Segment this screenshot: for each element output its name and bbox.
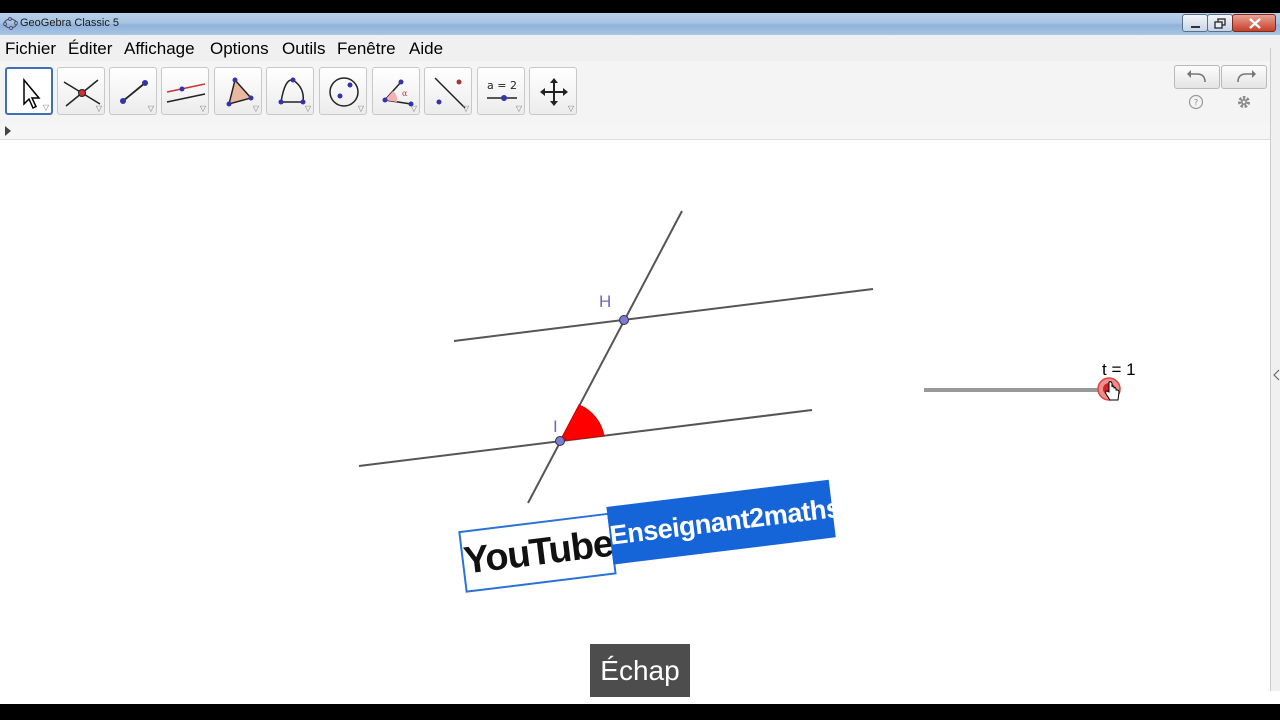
dropdown-arrow-icon: ▽ — [462, 104, 469, 113]
redo-button[interactable] — [1221, 65, 1267, 89]
dropdown-arrow-icon: ▽ — [252, 104, 259, 113]
svg-text:α: α — [402, 89, 408, 98]
close-icon — [1249, 18, 1261, 29]
slider-tool-label: a = 2 — [487, 79, 517, 92]
dropdown-arrow-icon: ▽ — [357, 104, 364, 113]
window-title: GeoGebra Classic 5 — [20, 17, 120, 29]
tool-segment[interactable]: ▽ — [109, 67, 157, 115]
dropdown-arrow-icon: ▽ — [567, 104, 574, 113]
dropdown-arrow-icon: ▽ — [147, 104, 154, 113]
line-upper[interactable] — [453, 288, 874, 342]
redo-icon — [1237, 70, 1256, 83]
dropdown-arrow-icon: ▽ — [515, 104, 522, 113]
menu-fenetre[interactable]: Fenêtre — [337, 39, 396, 59]
input-bar-toggle[interactable] — [0, 123, 1270, 140]
close-button[interactable] — [1232, 14, 1276, 32]
tool-reflect[interactable]: ▽ — [424, 67, 472, 115]
menu-fichier[interactable]: Fichier — [5, 39, 56, 59]
collapse-arrow-icon — [1273, 369, 1280, 381]
undo-button[interactable] — [1174, 65, 1220, 89]
geogebra-logo-icon — [3, 17, 18, 30]
side-panel-toggle[interactable] — [1270, 48, 1280, 691]
tool-polygon[interactable]: ▽ — [214, 67, 262, 115]
menu-options[interactable]: Options — [210, 39, 269, 59]
menu-affichage[interactable]: Affichage — [124, 39, 195, 59]
dropdown-arrow-icon: ▽ — [95, 104, 102, 113]
undo-icon — [1187, 70, 1206, 83]
tool-circle-arc[interactable]: ▽ — [266, 67, 314, 115]
geogebra-window: GeoGebra Classic 5 Fichier Éditer Affich… — [0, 13, 1280, 704]
tool-parallel[interactable]: ▽ — [161, 67, 209, 115]
toolbar: ▽ ▽ ▽ ▽ ▽ ▽ ▽ α ▽ ▽ a = 2 ▽ ▽ ? — [0, 61, 1270, 124]
minimize-button[interactable] — [1182, 14, 1208, 32]
key-press-overlay: Échap — [590, 644, 690, 697]
menu-bar: Fichier Éditer Affichage Options Outils … — [0, 35, 1280, 61]
tool-slider[interactable]: a = 2 ▽ — [477, 67, 525, 115]
point-h-label: H — [599, 292, 611, 311]
minimize-icon — [1191, 26, 1200, 28]
point-h[interactable] — [619, 315, 629, 325]
menu-editer[interactable]: Éditer — [68, 39, 112, 59]
tool-point[interactable]: ▽ — [57, 67, 105, 115]
tool-circle[interactable]: ▽ — [319, 67, 367, 115]
dropdown-arrow-icon: ▽ — [304, 104, 311, 113]
slider-label: t = 1 — [1102, 360, 1136, 379]
tool-move[interactable]: ▽ — [5, 67, 53, 115]
tool-angle[interactable]: α ▽ — [372, 67, 420, 115]
line-secant[interactable] — [527, 210, 683, 504]
point-i[interactable] — [555, 436, 565, 446]
restore-icon — [1214, 18, 1226, 29]
point-i-label: I — [553, 417, 558, 436]
dropdown-arrow-icon: ▽ — [199, 104, 206, 113]
dropdown-arrow-icon: ▽ — [410, 104, 417, 113]
title-bar: GeoGebra Classic 5 — [0, 13, 1280, 35]
menu-aide[interactable]: Aide — [409, 39, 443, 59]
angle-sector[interactable] — [559, 404, 605, 442]
gear-icon[interactable] — [1236, 94, 1252, 110]
help-icon[interactable]: ? — [1188, 94, 1204, 110]
dropdown-arrow-icon: ▽ — [42, 103, 49, 112]
maximize-button[interactable] — [1207, 14, 1233, 32]
graphics-view[interactable]: H I t = 1 — [0, 140, 1270, 704]
menu-outils[interactable]: Outils — [282, 39, 325, 59]
tool-move-view[interactable]: ▽ — [529, 67, 577, 115]
svg-text:?: ? — [1194, 99, 1199, 109]
expand-arrow-icon — [5, 126, 11, 136]
